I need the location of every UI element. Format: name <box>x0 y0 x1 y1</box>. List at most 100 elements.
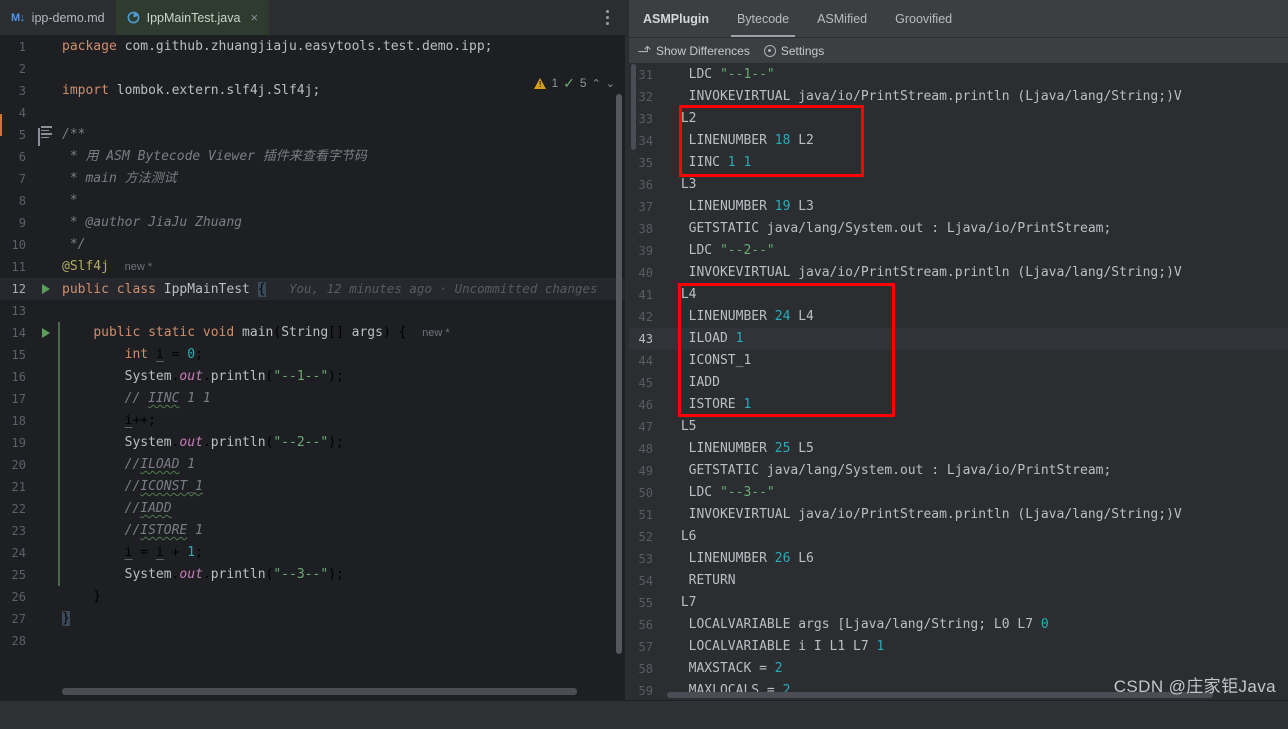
code-text: //ISTORE 1 <box>124 523 203 538</box>
code-line[interactable]: 14 public static void main(String[] args… <box>0 322 625 344</box>
bytecode-line[interactable]: 47 L5 <box>629 416 1288 438</box>
asm-tab-asmified[interactable]: ASMified <box>803 0 881 37</box>
code-line[interactable]: 28 <box>0 630 625 652</box>
editor-vertical-scrollbar[interactable] <box>616 94 622 654</box>
bytecode-line[interactable]: 37 LINENUMBER 19 L3 <box>629 196 1288 218</box>
line-number: 19 <box>11 436 26 450</box>
bytecode-line[interactable]: 38 GETSTATIC java/lang/System.out : Ljav… <box>629 218 1288 240</box>
code-line[interactable]: 22 //IADD <box>0 498 625 520</box>
bytecode-line[interactable]: 32 INVOKEVIRTUAL java/io/PrintStream.pri… <box>629 86 1288 108</box>
bytecode-text: LINENUMBER 18 L2 <box>673 133 814 148</box>
bytecode-line[interactable]: 54 RETURN <box>629 570 1288 592</box>
bytecode-line-number: 59 <box>638 684 653 698</box>
bytecode-vertical-scrollbar[interactable] <box>631 64 636 150</box>
code-line[interactable]: 15 int i = 0; <box>0 344 625 366</box>
bytecode-line[interactable]: 33 L2 <box>629 108 1288 130</box>
editor-tab-label: ipp-demo.md <box>31 10 105 25</box>
java-class-icon <box>127 11 140 24</box>
bytecode-line[interactable]: 55 L7 <box>629 592 1288 614</box>
bytecode-line[interactable]: 49 GETSTATIC java/lang/System.out : Ljav… <box>629 460 1288 482</box>
code-line[interactable]: 3 import lombok.extern.slf4j.Slf4j; <box>0 80 625 102</box>
editor-tab-ipp-demo-md[interactable]: M↓ ipp-demo.md <box>0 0 116 35</box>
bytecode-text: L3 <box>673 177 697 192</box>
bytecode-line[interactable]: 34 LINENUMBER 18 L2 <box>629 130 1288 152</box>
code-line[interactable]: 20 //ILOAD 1 <box>0 454 625 476</box>
bytecode-line[interactable]: 35 IINC 1 1 <box>629 152 1288 174</box>
bytecode-listing[interactable]: 31 LDC "--1--" 32 INVOKEVIRTUAL java/io/P… <box>629 64 1288 700</box>
close-icon[interactable]: × <box>250 11 258 24</box>
bytecode-line[interactable]: 43 ILOAD 1 <box>629 328 1288 350</box>
code-line[interactable]: 10 */ <box>0 234 625 256</box>
asm-tab-bytecode[interactable]: Bytecode <box>723 0 803 37</box>
bytecode-text: L5 <box>673 419 697 434</box>
code-line[interactable]: 7 * main 方法测试 <box>0 168 625 190</box>
bytecode-line[interactable]: 50 LDC "--3--" <box>629 482 1288 504</box>
bytecode-viewport[interactable]: 31 LDC "--1--" 32 INVOKEVIRTUAL java/io/P… <box>629 64 1288 700</box>
code-line[interactable]: 21 //ICONST_1 <box>0 476 625 498</box>
bytecode-line[interactable]: 51 INVOKEVIRTUAL java/io/PrintStream.pri… <box>629 504 1288 526</box>
bytecode-line[interactable]: 57 LOCALVARIABLE i I L1 L7 1 <box>629 636 1288 658</box>
line-number: 22 <box>11 502 26 516</box>
line-number: 17 <box>11 392 26 406</box>
gear-icon <box>763 44 776 57</box>
line-number: 13 <box>11 304 26 318</box>
editor-horizontal-scrollbar[interactable] <box>62 688 577 695</box>
settings-button[interactable]: Settings <box>763 44 824 58</box>
code-line[interactable]: 9 * @author JiaJu Zhuang <box>0 212 625 234</box>
code-line[interactable]: 11 @Slf4j new * <box>0 256 625 278</box>
code-line[interactable]: 12 public class IppMainTest { You, 12 min… <box>0 278 625 300</box>
code-line[interactable]: 19 System.out.println("--2--"); <box>0 432 625 454</box>
bytecode-line[interactable]: 53 LINENUMBER 26 L6 <box>629 548 1288 570</box>
bytecode-line-number: 45 <box>638 376 653 390</box>
run-gutter-icon[interactable] <box>32 328 58 338</box>
bytecode-line[interactable]: 36 L3 <box>629 174 1288 196</box>
code-editor-viewport[interactable]: 1 package com.github.zhuangjiaju.easytool… <box>0 36 625 700</box>
bytecode-line[interactable]: 56 LOCALVARIABLE args [Ljava/lang/String… <box>629 614 1288 636</box>
code-line[interactable]: 25 System.out.println("--3--"); <box>0 564 625 586</box>
fold-region-icon[interactable] <box>32 126 58 146</box>
chevron-up-icon[interactable]: ⌃ <box>592 77 601 90</box>
code-line[interactable]: 8 * <box>0 190 625 212</box>
code-line[interactable]: 1 package com.github.zhuangjiaju.easytool… <box>0 36 625 58</box>
line-number: 11 <box>11 260 26 274</box>
code-line[interactable]: 18 i++; <box>0 410 625 432</box>
more-options-icon[interactable] <box>595 0 619 35</box>
show-differences-button[interactable]: Show Differences <box>637 43 750 58</box>
code-line[interactable]: 23 //ISTORE 1 <box>0 520 625 542</box>
bytecode-line[interactable]: 45 IADD <box>629 372 1288 394</box>
bytecode-line[interactable]: 46 ISTORE 1 <box>629 394 1288 416</box>
code-text: @Slf4j new * <box>62 259 153 274</box>
code-line[interactable]: 5 /** <box>0 124 625 146</box>
chevron-down-icon[interactable]: ⌄ <box>606 77 615 90</box>
code-line[interactable]: 16 System.out.println("--1--"); <box>0 366 625 388</box>
code-line[interactable]: 26 } <box>0 586 625 608</box>
bytecode-line-number: 42 <box>638 310 653 324</box>
code-line[interactable]: 2 <box>0 58 625 80</box>
code-line[interactable]: 6 * 用 ASM Bytecode Viewer 插件来查看字节码 <box>0 146 625 168</box>
bytecode-text: L2 <box>673 111 697 126</box>
inspection-widget[interactable]: 1 ✓ 5 ⌃ ⌄ <box>534 72 615 94</box>
bytecode-line[interactable]: 52 L6 <box>629 526 1288 548</box>
asm-tab-groovified[interactable]: Groovified <box>881 0 966 37</box>
bytecode-line-number: 47 <box>638 420 653 434</box>
bytecode-line[interactable]: 42 LINENUMBER 24 L4 <box>629 306 1288 328</box>
bytecode-line[interactable]: 44 ICONST_1 <box>629 350 1288 372</box>
bytecode-text: INVOKEVIRTUAL java/io/PrintStream.printl… <box>673 89 1182 104</box>
bytecode-line[interactable]: 39 LDC "--2--" <box>629 240 1288 262</box>
asm-tab-asmplugin[interactable]: ASMPlugin <box>629 0 723 37</box>
code-editor[interactable]: 1 package com.github.zhuangjiaju.easytool… <box>0 36 625 652</box>
bytecode-line[interactable]: 41 L4 <box>629 284 1288 306</box>
bytecode-line[interactable]: 31 LDC "--1--" <box>629 64 1288 86</box>
show-differences-label: Show Differences <box>656 43 750 58</box>
bytecode-text: LOCALVARIABLE args [Ljava/lang/String; L… <box>673 617 1049 632</box>
code-line[interactable]: 17 // IINC 1 1 <box>0 388 625 410</box>
bytecode-line[interactable]: 48 LINENUMBER 25 L5 <box>629 438 1288 460</box>
bytecode-line[interactable]: 40 INVOKEVIRTUAL java/io/PrintStream.pri… <box>629 262 1288 284</box>
run-gutter-icon[interactable] <box>32 284 58 294</box>
code-line[interactable]: 13 <box>0 300 625 322</box>
code-line[interactable]: 4 <box>0 102 625 124</box>
code-line[interactable]: 27} <box>0 608 625 630</box>
code-line[interactable]: 24 i = i + 1; <box>0 542 625 564</box>
editor-tab-ippmaintest-java[interactable]: IppMainTest.java × <box>115 0 270 35</box>
